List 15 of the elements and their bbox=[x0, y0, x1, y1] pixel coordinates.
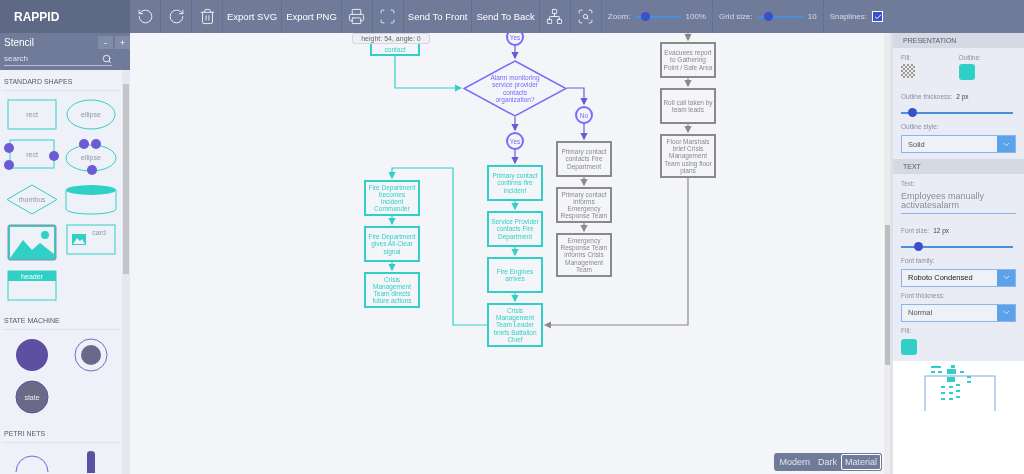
stencil-toggle-button[interactable]: - bbox=[98, 36, 113, 49]
search-field[interactable]: search bbox=[4, 52, 98, 65]
stencil-title: Stencil bbox=[4, 37, 34, 48]
search-box[interactable]: search bbox=[4, 52, 112, 66]
theme-button[interactable]: Modern bbox=[775, 454, 814, 470]
stencil-toggle-button[interactable]: + bbox=[115, 36, 130, 49]
snaplines-label: Snaplines: bbox=[829, 12, 868, 21]
theme-button[interactable]: Material bbox=[841, 454, 881, 470]
text-area[interactable]: Employees manually activatesalarm bbox=[901, 192, 1016, 214]
zoom-label: Zoom: bbox=[607, 12, 631, 21]
grid-size-value: 10 bbox=[807, 12, 817, 21]
theme-button[interactable]: Dark bbox=[813, 454, 841, 470]
logo: RAPPID bbox=[0, 0, 130, 33]
grid-size-label: Grid size: bbox=[718, 12, 753, 21]
zoom-value: 100% bbox=[685, 12, 706, 21]
